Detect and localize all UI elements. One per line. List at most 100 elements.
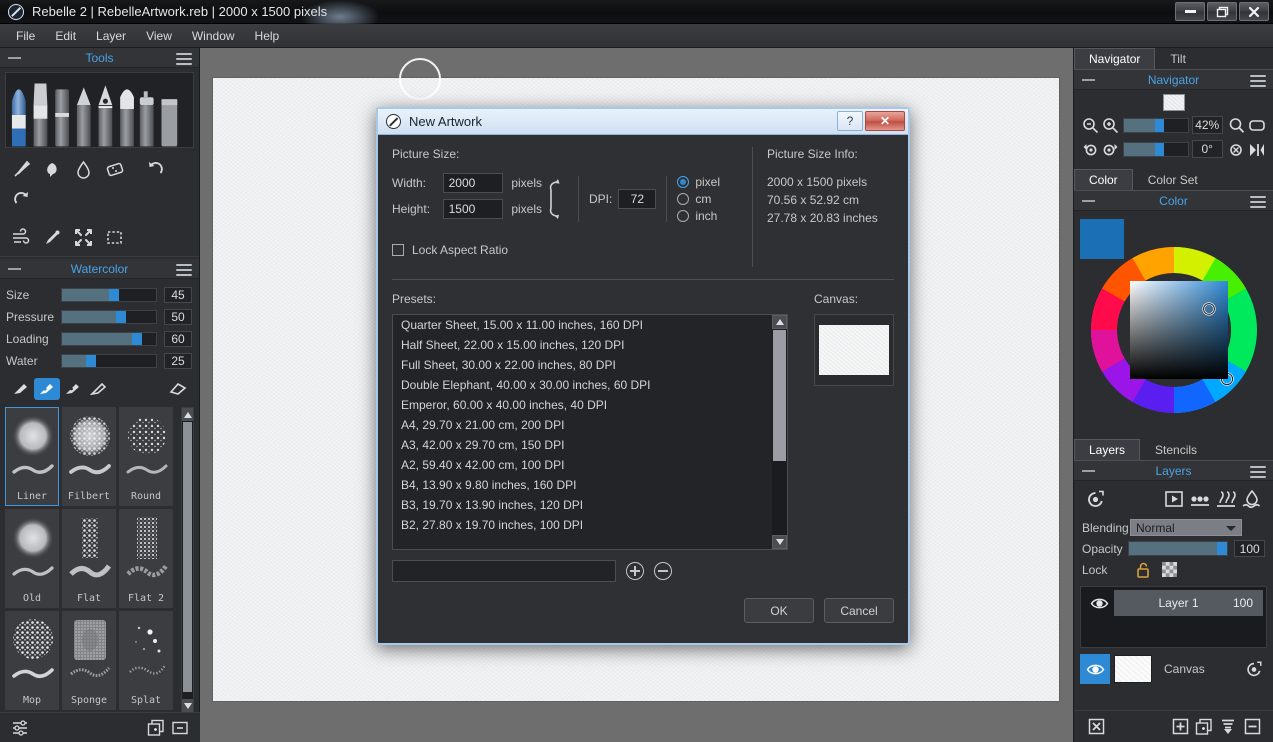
rotation-slider[interactable] — [1123, 142, 1188, 157]
undo-icon[interactable] — [140, 154, 171, 184]
merge-down-icon[interactable] — [1216, 716, 1240, 738]
current-color-swatch[interactable] — [1080, 219, 1124, 259]
slider-value[interactable]: 25 — [164, 353, 192, 369]
brush-clean-icon[interactable] — [86, 378, 112, 400]
preset-item[interactable]: Emperor, 60.00 x 40.00 inches, 40 DPI — [393, 395, 787, 415]
slider-size[interactable]: Size 45 — [6, 285, 193, 305]
collapse-icon[interactable] — [1082, 79, 1095, 81]
preset-item[interactable]: Full Sheet, 30.00 x 22.00 inches, 80 DPI — [393, 355, 787, 375]
water-drop-icon[interactable] — [68, 154, 99, 184]
layers-menu-icon[interactable] — [1250, 466, 1266, 481]
width-input[interactable]: 2000 — [443, 173, 504, 193]
close-icon[interactable] — [1239, 2, 1269, 21]
slider-pressure[interactable]: Pressure 50 — [6, 307, 193, 327]
brush-preset-mop[interactable]: Mop — [5, 611, 59, 710]
blow-dry-icon[interactable] — [6, 222, 37, 252]
slider-value[interactable]: 60 — [164, 331, 192, 347]
brush-preset-old[interactable]: Old — [5, 509, 59, 608]
zoom-out-icon[interactable] — [1080, 115, 1100, 135]
layer-row[interactable]: Layer 1 100 — [1084, 590, 1263, 616]
reset-rotation-icon[interactable] — [1227, 139, 1247, 159]
tab-navigator[interactable]: Navigator — [1074, 48, 1155, 69]
tab-color-set[interactable]: Color Set — [1133, 169, 1213, 190]
menu-item-file[interactable]: File — [6, 26, 45, 46]
close-button[interactable]: ✕ — [865, 111, 905, 131]
ok-button[interactable]: OK — [744, 598, 814, 623]
dpi-input[interactable]: 72 — [618, 189, 656, 209]
preset-item[interactable]: B2, 27.80 x 19.70 inches, 100 DPI — [393, 515, 787, 535]
presets-scrollbar[interactable] — [772, 315, 787, 549]
presets-list[interactable]: Quarter Sheet, 15.00 x 11.00 inches, 160… — [392, 314, 788, 550]
lock-transparency-icon[interactable] — [1156, 562, 1182, 577]
restore-icon[interactable] — [1207, 2, 1237, 21]
brush-dry-icon[interactable] — [8, 378, 34, 400]
slider-track[interactable] — [61, 354, 157, 368]
canvas-thumbnail[interactable] — [1114, 655, 1152, 683]
brush-preset-splat[interactable]: Splat — [119, 611, 173, 710]
minimize-icon[interactable] — [1175, 2, 1205, 21]
eraser-icon[interactable] — [99, 154, 130, 184]
preset-item[interactable]: Half Sheet, 22.00 x 15.00 inches, 120 DP… — [393, 335, 787, 355]
rotate-cw-icon[interactable] — [1100, 139, 1120, 159]
brush-preset-flat-2[interactable]: Flat 2 — [119, 509, 173, 608]
preset-item[interactable]: B4, 13.90 x 9.80 inches, 160 DPI — [393, 475, 787, 495]
fit-to-screen-icon[interactable] — [1227, 115, 1247, 135]
flip-horizontal-icon[interactable] — [1247, 139, 1267, 159]
radio-pixel[interactable]: pixel — [677, 174, 720, 191]
brush-blend-icon[interactable] — [60, 378, 86, 400]
duplicate-layer-icon[interactable] — [1192, 716, 1216, 738]
blend-smudge-icon[interactable] — [37, 154, 68, 184]
select-icon[interactable] — [99, 222, 130, 252]
preset-item[interactable]: A3, 42.00 x 29.70 cm, 150 DPI — [393, 435, 787, 455]
tab-tilt[interactable]: Tilt — [1155, 48, 1201, 69]
preset-item[interactable]: A2, 59.40 x 42.00 cm, 100 DPI — [393, 455, 787, 475]
brush-preset-flat[interactable]: Flat — [62, 509, 116, 608]
preset-item[interactable]: Double Elephant, 40.00 x 30.00 inches, 6… — [393, 375, 787, 395]
tools-menu-icon[interactable] — [176, 53, 192, 68]
sliders-icon[interactable] — [8, 717, 32, 739]
radio-cm[interactable]: cm — [677, 191, 720, 208]
opacity-slider[interactable] — [1128, 541, 1228, 556]
zoom-in-icon[interactable] — [1100, 115, 1120, 135]
navigator-thumbnail[interactable] — [1163, 94, 1185, 111]
lock-aspect-ratio-checkbox[interactable]: Lock Aspect Ratio — [392, 243, 752, 257]
brush-wet-icon[interactable] — [34, 378, 60, 400]
delete-all-icon[interactable] — [1084, 716, 1108, 738]
radio-inch[interactable]: inch — [677, 208, 720, 225]
color-menu-icon[interactable] — [1250, 196, 1266, 211]
brush-preset-round[interactable]: Round — [119, 407, 173, 506]
menu-item-layer[interactable]: Layer — [86, 26, 136, 46]
collapse-icon[interactable] — [1082, 470, 1095, 472]
height-input[interactable]: 1500 — [443, 199, 504, 219]
scroll-down-icon[interactable] — [772, 535, 787, 549]
slider-track[interactable] — [61, 288, 157, 302]
slider-track[interactable] — [61, 332, 157, 346]
duplicate-brush-icon[interactable] — [144, 717, 168, 739]
canvas-visibility-icon[interactable] — [1080, 654, 1110, 684]
scroll-up-icon[interactable] — [772, 315, 787, 329]
remove-brush-icon[interactable] — [168, 717, 192, 739]
navigator-menu-icon[interactable] — [1250, 75, 1266, 90]
preset-item[interactable]: B3, 19.70 x 13.90 inches, 120 DPI — [393, 495, 787, 515]
dry-heat-icon[interactable] — [1213, 487, 1239, 511]
brush-preset-sponge[interactable]: Sponge — [62, 611, 116, 710]
eraser-icon[interactable] — [165, 378, 191, 400]
preset-name-input[interactable] — [392, 560, 616, 582]
canvas-preview[interactable] — [814, 314, 894, 386]
brush-preset-filbert[interactable]: Filbert — [62, 407, 116, 506]
new-artwork-dialog[interactable]: New Artwork ? ✕ Picture Size: Width: 200… — [376, 107, 910, 645]
menu-item-window[interactable]: Window — [182, 26, 245, 46]
slider-loading[interactable]: Loading 60 — [6, 329, 193, 349]
collapse-icon[interactable] — [8, 268, 21, 270]
tool-strip[interactable] — [5, 72, 194, 148]
redo-icon[interactable] — [6, 184, 37, 214]
play-icon[interactable] — [1161, 487, 1187, 511]
transform-icon[interactable] — [68, 222, 99, 252]
watercolor-menu-icon[interactable] — [176, 264, 192, 279]
zoom-value[interactable]: 42% — [1192, 116, 1223, 134]
preset-item[interactable]: Quarter Sheet, 15.00 x 11.00 inches, 160… — [393, 315, 787, 335]
slider-value[interactable]: 50 — [164, 309, 192, 325]
cancel-button[interactable]: Cancel — [824, 598, 894, 623]
preset-item[interactable]: A4, 29.70 x 21.00 cm, 200 DPI — [393, 415, 787, 435]
palette-knife-icon[interactable] — [6, 154, 37, 184]
